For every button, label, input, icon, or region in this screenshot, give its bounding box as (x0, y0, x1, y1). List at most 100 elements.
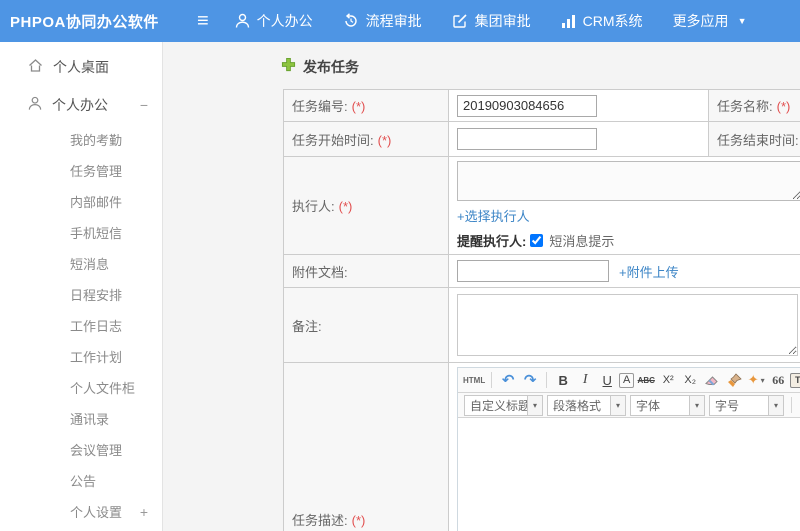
sidebar-item-work-log[interactable]: 工作日志 (0, 310, 162, 341)
remark-label: 备注: (292, 318, 322, 334)
redo-icon[interactable]: ↷ (520, 370, 540, 390)
collapse-icon[interactable]: − (140, 97, 148, 113)
blockquote-button[interactable]: 66 (768, 370, 788, 390)
table-row: 附件文档: +附件上传 (283, 254, 800, 288)
sidebar-item-internal-mail[interactable]: 内部邮件 (0, 186, 162, 217)
sidebar-item-label: 任务管理 (70, 164, 123, 179)
app-logo: PHPOA协同办公软件 (10, 13, 159, 31)
rich-text-editor: HTML ↶ ↷ B I U A ABC X² X₂ ✦ ▾ 66 T 自定义标… (457, 367, 800, 531)
sidebar-item-schedule[interactable]: 日程安排 (0, 279, 162, 310)
table-row: 执行人: (*) +选择执行人 提醒执行人: 短消息提示 (283, 156, 800, 255)
attachment-label: 附件文档: (292, 264, 348, 280)
executor-label-cell: 执行人: (*) (283, 156, 449, 255)
nav-label: 流程审批 (365, 13, 422, 29)
nav-label: 集团审批 (474, 13, 531, 29)
topbar: PHPOA协同办公软件 ≡ 个人办公 流程审批 集团审批 CRM系统 更多应用 … (0, 0, 800, 42)
sidebar-item-short-message[interactable]: 短消息 (0, 248, 162, 279)
sidebar-item-personal-settings[interactable]: 个人设置 + (0, 496, 162, 527)
task-number-input[interactable] (457, 94, 597, 117)
hamburger-menu-icon[interactable]: ≡ (197, 11, 209, 31)
chevron-down-icon: ▾ (527, 395, 542, 415)
task-name-label: 任务名称: (717, 99, 773, 114)
nav-label: CRM系统 (582, 13, 643, 29)
executor-textarea[interactable] (457, 161, 800, 201)
sidebar-item-personal-desktop[interactable]: 个人桌面 (0, 48, 162, 86)
sidebar-item-label: 短消息 (70, 257, 110, 272)
paragraph-format-select[interactable]: 段落格式 ▾ (547, 394, 626, 416)
end-time-label-cell: 任务结束时间:(*) (708, 121, 800, 157)
editor-toolbar-row2: 自定义标题 ▾ 段落格式 ▾ 字体 ▾ 字号 ▾ (458, 393, 800, 418)
top-nav: 个人办公 流程审批 集团审批 CRM系统 更多应用 ▼ (235, 11, 777, 31)
start-time-label: 任务开始时间: (292, 132, 374, 148)
sidebar-item-label: 日程安排 (70, 288, 123, 303)
bold-button[interactable]: B (553, 370, 573, 390)
start-time-input[interactable] (457, 128, 597, 150)
table-row: 任务开始时间:(*) 任务结束时间:(*) (283, 121, 800, 157)
task-number-label: 任务编号: (292, 99, 348, 114)
nav-label: 更多应用 (672, 13, 729, 29)
custom-title-select[interactable]: 自定义标题 ▾ (464, 394, 543, 416)
sidebar-item-meeting-management[interactable]: 会议管理 (0, 434, 162, 465)
sidebar-item-label: 内部邮件 (70, 195, 123, 210)
nav-more-apps[interactable]: 更多应用 ▼ (673, 11, 747, 31)
sidebar-item-label: 工作日志 (70, 319, 123, 334)
home-icon (28, 58, 43, 76)
sidebar-item-label: 个人桌面 (53, 59, 109, 75)
person-icon (235, 13, 250, 29)
undo-icon[interactable]: ↶ (498, 370, 518, 390)
italic-button[interactable]: I (575, 370, 595, 390)
process-history-icon (343, 13, 359, 29)
eraser-icon[interactable] (702, 370, 722, 390)
format-brush-icon[interactable] (724, 370, 744, 390)
sms-remind-checkbox[interactable] (530, 234, 544, 247)
table-row: 任务编号: (*) 任务名称:(*) (283, 89, 800, 122)
nav-personal-office[interactable]: 个人办公 (235, 11, 313, 31)
attachment-upload-link[interactable]: +附件上传 (619, 262, 679, 281)
nav-crm-system[interactable]: CRM系统 (561, 11, 643, 31)
html-source-button[interactable]: HTML (463, 370, 485, 390)
paste-text-icon[interactable]: T (790, 372, 800, 388)
expand-icon[interactable]: + (140, 504, 148, 520)
nav-label: 个人办公 (256, 13, 313, 29)
remark-textarea[interactable] (457, 294, 798, 356)
font-family-select[interactable]: 字体 ▾ (630, 394, 705, 416)
sidebar-item-contacts[interactable]: 通讯录 (0, 403, 162, 434)
required-mark: (*) (338, 199, 353, 214)
sidebar-item-announcement[interactable]: 公告 (0, 465, 162, 496)
table-row: 备注: (283, 287, 800, 363)
sidebar-item-task-management[interactable]: 任务管理 (0, 155, 162, 186)
font-size-select[interactable]: 字号 ▾ (709, 394, 784, 416)
superscript-button[interactable]: X² (658, 370, 678, 390)
underline-button[interactable]: U (597, 370, 617, 390)
sms-remind-label: 短消息提示 (549, 234, 615, 249)
sidebar-item-label: 通讯录 (70, 412, 110, 427)
sidebar-item-personal-office[interactable]: 个人办公 − (0, 86, 162, 124)
sidebar-item-label: 工作计划 (70, 350, 123, 365)
sidebar-item-label: 我的考勤 (70, 133, 123, 148)
description-label-cell: 任务描述: (*) (283, 362, 449, 531)
nav-workflow-approval[interactable]: 流程审批 (343, 11, 422, 31)
remind-executor-label: 提醒执行人: (457, 234, 527, 249)
person-icon (28, 96, 42, 114)
sidebar-item-my-attendance[interactable]: 我的考勤 (0, 124, 162, 155)
add-plus-icon (281, 57, 296, 77)
choose-executor-link[interactable]: +选择执行人 (457, 209, 530, 224)
sidebar-item-personal-files[interactable]: 个人文件柜 (0, 372, 162, 403)
nav-group-approval[interactable]: 集团审批 (452, 11, 531, 31)
select-label: 段落格式 (553, 398, 602, 413)
sidebar-item-label: 公告 (70, 474, 97, 489)
subscript-button[interactable]: X₂ (680, 370, 700, 390)
autoformat-wand-icon[interactable]: ✦ ▾ (746, 370, 766, 390)
font-border-button[interactable]: A (619, 372, 635, 388)
required-mark: (*) (776, 99, 791, 114)
editor-content-area[interactable] (458, 418, 800, 531)
wand-glyph: ✦ (747, 372, 759, 387)
attachment-input[interactable] (457, 260, 609, 282)
task-name-label-cell: 任务名称: (*) (708, 89, 800, 122)
sidebar-item-work-plan[interactable]: 工作计划 (0, 341, 162, 372)
chevron-down-icon: ▾ (768, 395, 783, 415)
sidebar-item-notification[interactable]: 通知 (0, 527, 162, 531)
required-mark: (*) (351, 513, 366, 528)
sidebar-item-mobile-sms[interactable]: 手机短信 (0, 217, 162, 248)
strikethrough-button[interactable]: ABC (636, 370, 656, 390)
